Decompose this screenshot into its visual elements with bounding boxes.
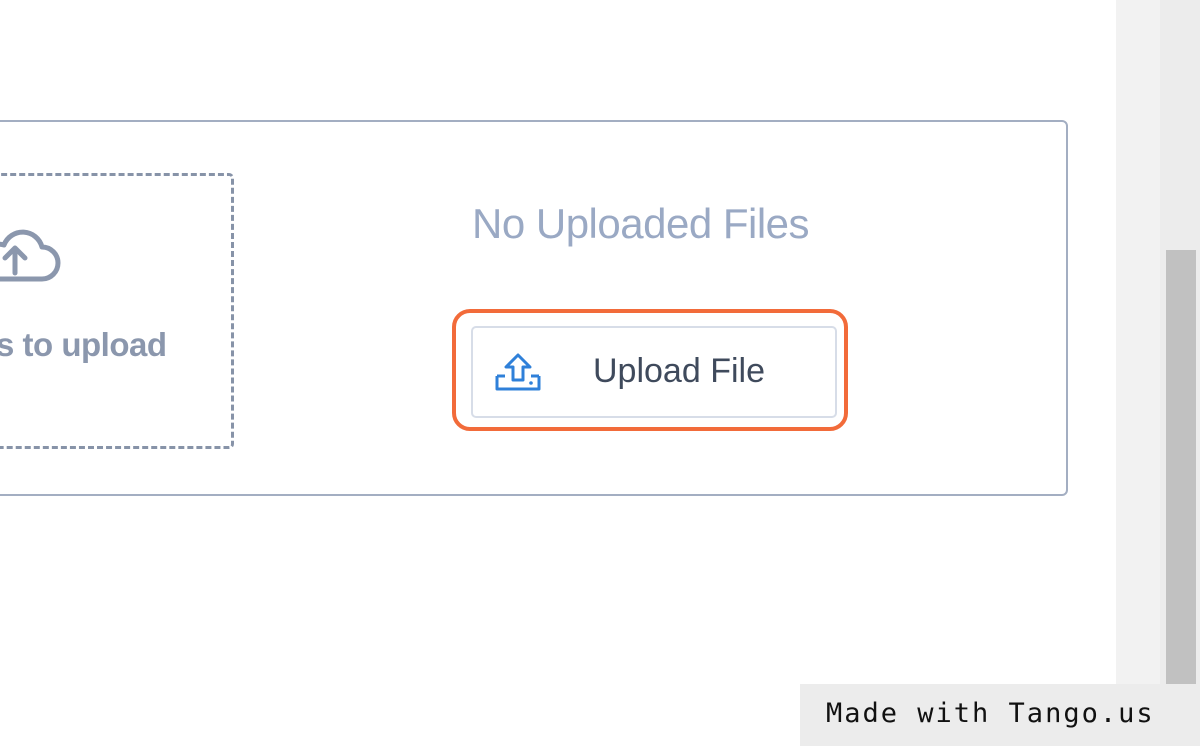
upload-file-label: Upload File xyxy=(593,352,765,390)
tango-watermark: Made with Tango.us xyxy=(800,684,1200,746)
cloud-upload-icon xyxy=(0,229,61,282)
empty-state-title: No Uploaded Files xyxy=(472,200,810,247)
upload-file-button[interactable]: Upload File xyxy=(471,326,837,418)
file-dropzone[interactable] xyxy=(0,173,234,449)
dropzone-instruction: s to upload xyxy=(0,326,167,363)
viewport: s to upload No Uploaded Files Upload Fil… xyxy=(0,0,1200,746)
watermark-text: Made with Tango.us xyxy=(826,698,1155,729)
scrollbar-thumb[interactable] xyxy=(1166,250,1196,690)
tray-upload-icon xyxy=(495,353,541,391)
